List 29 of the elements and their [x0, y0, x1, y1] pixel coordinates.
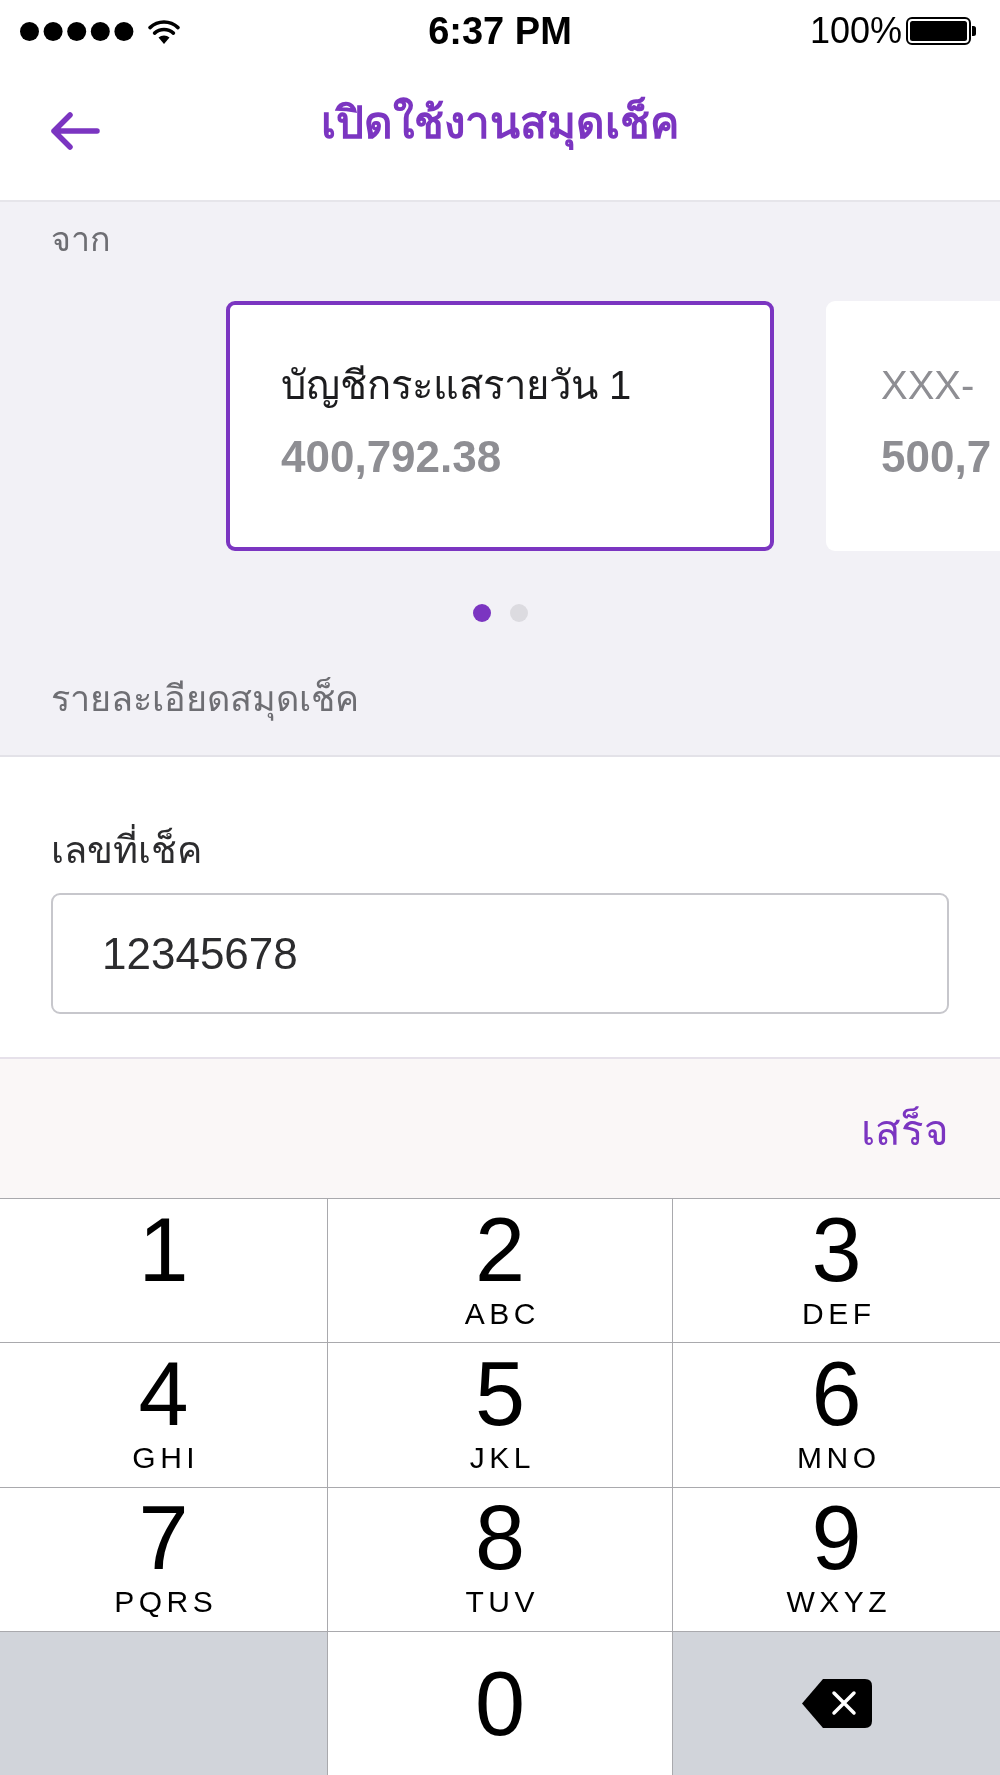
delete-button[interactable] [673, 1631, 1000, 1775]
keypad-key[interactable]: 6 MNO [673, 1343, 1000, 1487]
keypad-key[interactable]: 9 WXYZ [673, 1487, 1000, 1631]
keypad-key[interactable]: 0 [328, 1631, 672, 1775]
backspace-icon [801, 1677, 872, 1729]
battery-percent: 100% [809, 9, 902, 53]
account-balance: 500,7 [881, 431, 992, 483]
page-title: เปิดใช้งานสมุดเช็ค [321, 90, 679, 156]
keypad-key[interactable]: 2 ABC [328, 1199, 672, 1343]
account-name: บัญชีกระแสรายวัน 1 [281, 362, 632, 410]
arrow-left-icon [50, 112, 100, 150]
keypad-key[interactable]: 4 GHI [0, 1343, 327, 1487]
status-time: 6:37 PM [428, 8, 572, 54]
keypad-key[interactable]: 8 TUV [328, 1487, 672, 1631]
from-label: จาก [51, 219, 111, 260]
signal-icon [20, 21, 134, 41]
battery-icon [906, 17, 976, 45]
keypad-key[interactable]: 1 [0, 1199, 327, 1343]
account-card[interactable]: บัญชีกระแสรายวัน 1 400,792.38 [226, 301, 774, 551]
keypad-key[interactable]: 5 JKL [328, 1343, 672, 1487]
account-name: XXX- [881, 362, 975, 409]
done-button[interactable]: เสร็จ [861, 1099, 949, 1162]
keypad-key[interactable]: 3 DEF [673, 1199, 1000, 1343]
check-number-field[interactable]: 12345678 [51, 893, 949, 1014]
back-button[interactable] [50, 112, 100, 150]
account-balance: 400,792.38 [281, 431, 502, 483]
keypad-key[interactable]: 7 PQRS [0, 1487, 327, 1631]
wifi-icon [147, 18, 181, 44]
section-label: รายละเอียดสมุดเช็ค [51, 676, 359, 722]
